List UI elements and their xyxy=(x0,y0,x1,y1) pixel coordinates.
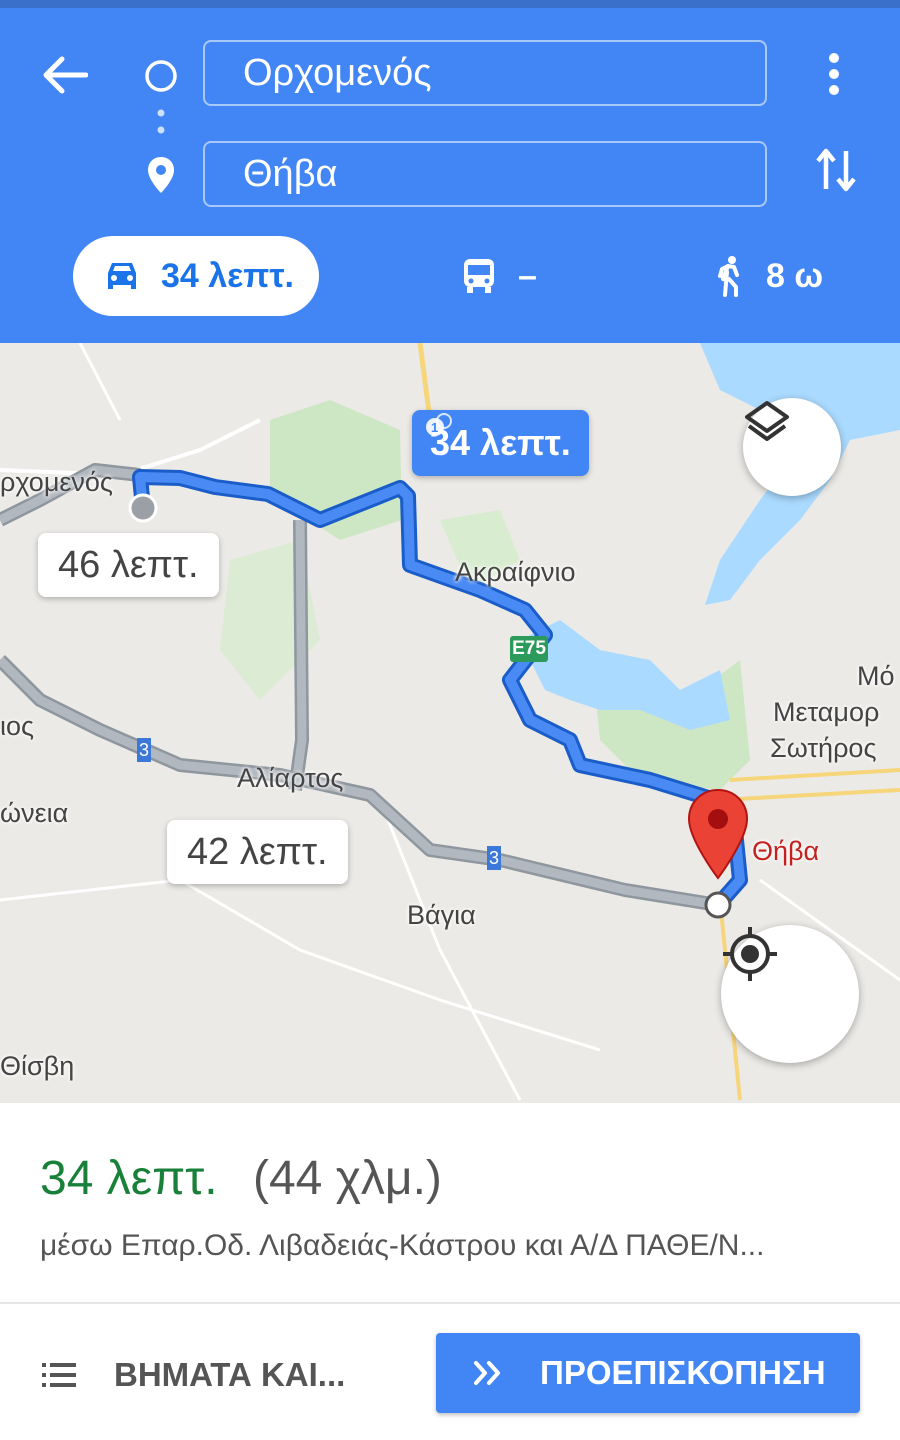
destination-text: Θήβα xyxy=(243,152,338,195)
place-thisvi: Θίσβη xyxy=(0,1051,75,1081)
status-bar-edge xyxy=(0,0,900,8)
swap-vert-icon xyxy=(816,148,856,192)
layers-button[interactable] xyxy=(743,398,841,496)
alt-route-bubble-1[interactable]: 46 λεπτ. xyxy=(38,533,219,597)
preview-button[interactable]: ΠΡΟΕΠΙΣΚΟΠΗΣΗ xyxy=(436,1333,860,1413)
place-thiva: Θήβα xyxy=(752,836,820,866)
list-icon xyxy=(42,1363,76,1387)
place-ios: ιος xyxy=(0,711,35,741)
mode-transit-time: – xyxy=(518,256,537,295)
place-orchomenos: ρχομενός xyxy=(0,467,113,497)
place-sotiros: Σωτήρος xyxy=(770,733,877,763)
circle-icon xyxy=(145,60,177,92)
mode-transit-tab[interactable]: – xyxy=(462,236,537,316)
route-summary[interactable]: 34 λεπτ. (44 χλμ.) μέσω Επαρ.Οδ. Λιβαδει… xyxy=(0,1103,900,1303)
place-vagia: Βάγια xyxy=(407,900,476,930)
map-view[interactable]: E75 3 3 ρχομενός Ακραίφνιο Αλίαρτος Βάγι… xyxy=(0,343,900,1103)
svg-text:1: 1 xyxy=(431,420,438,435)
eco-info-icon: 1 xyxy=(426,413,452,436)
steps-label: ΒΗΜΑΤΑ ΚΑΙ... xyxy=(114,1356,346,1393)
place-akraifnio: Ακραίφνιο xyxy=(455,557,576,587)
mode-walk-time: 8 ω xyxy=(766,256,824,295)
summary-distance: (44 χλμ.) xyxy=(253,1152,442,1205)
car-icon xyxy=(108,263,136,289)
place-oneia: ώνεια xyxy=(0,798,69,828)
alt-route-bubble-2[interactable]: 42 λεπτ. xyxy=(167,820,348,884)
dots-connector-icon xyxy=(157,109,165,134)
origin-input[interactable]: Ορχομενός xyxy=(203,40,767,106)
destination-pin-icon xyxy=(687,788,749,880)
origin-text: Ορχομενός xyxy=(243,51,432,94)
walk-icon xyxy=(718,256,739,297)
place-mo: Μό xyxy=(857,661,895,691)
my-location-icon xyxy=(723,927,777,981)
place-metamorfosi: Μεταμορ xyxy=(773,697,880,727)
arrow-left-icon xyxy=(43,56,88,94)
divider xyxy=(0,1302,900,1304)
mode-car-tab[interactable]: 34 λεπτ. xyxy=(73,236,319,316)
steps-button[interactable]: ΒΗΜΑΤΑ ΚΑΙ... xyxy=(40,1340,345,1410)
more-vert-icon xyxy=(829,53,839,95)
more-options-button[interactable] xyxy=(814,50,854,98)
swap-button[interactable] xyxy=(812,145,860,195)
mode-walk-tab[interactable]: 8 ω xyxy=(714,236,823,316)
summary-time: 34 λεπτ. xyxy=(40,1152,218,1205)
alt-route-time-2: 42 λεπτ. xyxy=(187,831,328,873)
summary-via: μέσω Επαρ.Οδ. Λιβαδειάς-Κάστρου και Α/Δ … xyxy=(40,1229,765,1262)
alt-route-time-1: 46 λεπτ. xyxy=(58,544,199,586)
preview-label: ΠΡΟΕΠΙΣΚΟΠΗΣΗ xyxy=(540,1354,826,1391)
layers-icon xyxy=(745,401,789,441)
main-route-bubble[interactable]: 34 λεπτ. 1 xyxy=(412,410,589,476)
e75-road-shield: E75 xyxy=(510,636,548,662)
back-button[interactable] xyxy=(40,50,90,100)
destination-input[interactable]: Θήβα xyxy=(203,141,767,207)
my-location-button[interactable] xyxy=(721,925,859,1063)
place-icon xyxy=(148,157,174,193)
mode-car-time: 34 λεπτ. xyxy=(161,256,294,295)
road-3-shield-1: 3 xyxy=(137,738,151,762)
bus-icon xyxy=(464,259,494,293)
directions-header: Ορχομενός Θήβα 34 λεπτ. – 8 ω xyxy=(0,0,900,343)
double-chevron-right-icon xyxy=(474,1361,500,1385)
place-aliartos: Αλίαρτος xyxy=(237,763,344,793)
road-3-shield-2: 3 xyxy=(487,846,501,870)
